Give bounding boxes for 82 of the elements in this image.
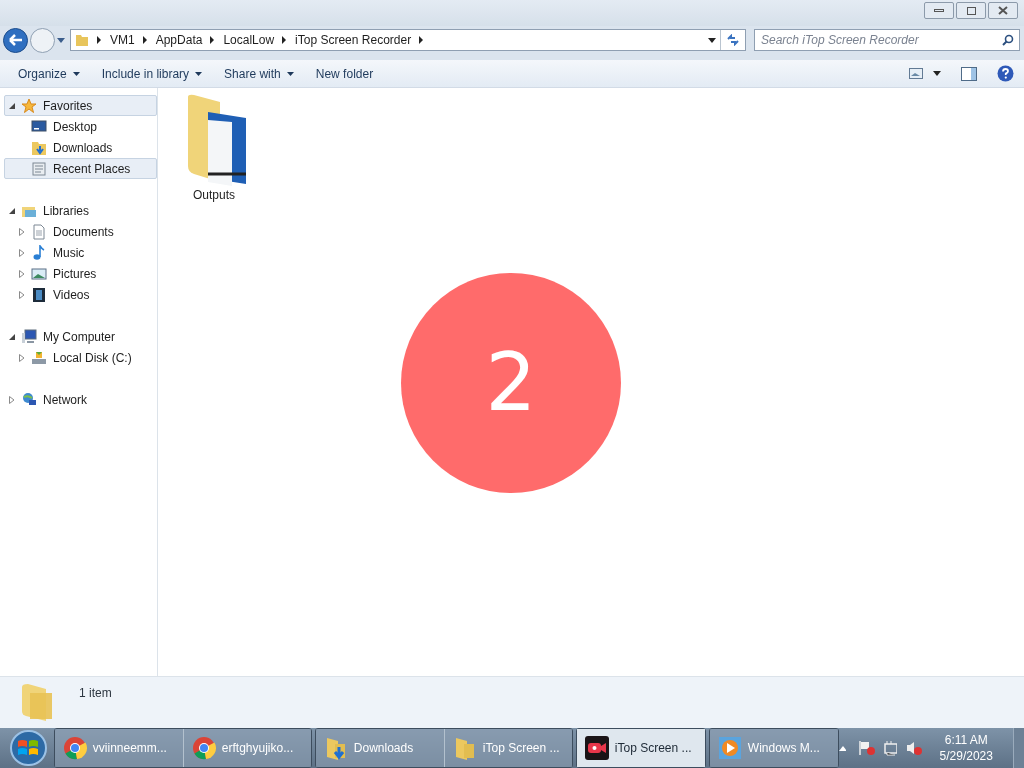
document-icon [31,223,47,240]
sidebar-item[interactable]: Desktop [4,116,157,137]
folder-item[interactable]: Outputs [180,94,270,204]
star-icon [21,97,37,114]
breadcrumb[interactable]: LocalLow [223,31,275,49]
sidebar-item[interactable]: Videos [4,284,157,305]
chevron-icon [282,36,288,44]
restore-button[interactable] [956,2,986,19]
close-icon [998,6,1008,15]
toolbar-button[interactable]: Share with [214,61,304,86]
folder-icon [20,682,54,723]
chrome-icon [191,736,216,760]
clock-date[interactable]: 5/29/2023 [939,748,993,764]
caret-icon [286,71,294,76]
network-globe-icon [21,391,37,408]
start-button[interactable] [10,730,47,766]
countdown-badge: 2 [401,273,621,493]
recent-places-icon [31,160,47,177]
taskbar-button[interactable]: iTop Screen ... [576,729,705,767]
monitor-icon [31,118,47,135]
network-icon[interactable] [882,740,898,756]
chevron-icon [142,36,148,44]
view-options-icon[interactable] [909,68,923,79]
sidebar-item[interactable]: Local Disk (C:) [4,347,157,368]
back-button[interactable] [3,27,28,53]
sidebar-item[interactable]: Recent Places [4,158,157,179]
music-note-icon [31,244,47,261]
collapsed-arrow-icon [19,290,25,299]
chevron-icon [210,36,216,44]
media-player-icon [717,736,742,760]
toolbar-button[interactable]: Include in library [91,61,213,86]
search-icon [1002,34,1014,46]
collapsed-arrow-icon [19,227,25,236]
expanded-arrow-icon [9,102,15,109]
refresh-icon [726,34,740,46]
search-field[interactable]: Search iTop Screen Recorder [754,29,1020,51]
camera-record-icon [584,736,609,760]
show-hidden-icons-icon[interactable] [838,745,847,751]
sidebar-item[interactable]: Pictures [4,263,157,284]
minimize-button[interactable] [924,2,954,19]
computer-icon [21,328,37,345]
chevron-icon [97,36,102,44]
recent-pages-icon[interactable] [57,37,65,43]
caret-icon [72,71,80,76]
sidebar-item[interactable]: Network [4,389,157,410]
breadcrumb[interactable]: AppData [155,31,203,49]
windows-logo-icon [17,738,40,758]
sidebar-item[interactable]: Documents [4,221,157,242]
collapsed-arrow-icon [9,395,15,404]
download-folder-icon [31,139,47,156]
sidebar-item[interactable]: Downloads [4,137,157,158]
item-count: 1 item [79,684,112,702]
caret-icon [195,71,203,76]
sidebar-item[interactable]: Favorites [4,95,157,116]
chevron-icon [419,36,425,44]
toolbar-button[interactable]: Organize [8,61,90,86]
chrome-icon [62,736,87,760]
address-bar[interactable]: VM1 AppData LocalLow iTop Screen Recorder [70,29,746,51]
close-button[interactable] [988,2,1018,19]
sidebar-item[interactable]: My Computer [4,326,157,347]
collapsed-arrow-icon [19,353,25,362]
breadcrumb[interactable]: VM1 [110,31,135,49]
picture-icon [31,265,47,282]
sidebar-item[interactable]: Libraries [4,200,157,221]
collapsed-arrow-icon [19,269,25,278]
dropdown-arrow-icon[interactable] [708,37,716,43]
muted-speaker-icon[interactable] [905,740,922,756]
expanded-arrow-icon [9,333,15,340]
expanded-arrow-icon [9,207,15,214]
action-center-icon[interactable] [858,740,875,756]
breadcrumb[interactable]: iTop Screen Recorder [295,31,412,49]
help-icon[interactable] [997,65,1014,82]
toolbar-button[interactable]: New folder [305,61,384,86]
caret-icon[interactable] [933,71,941,76]
back-arrow-icon [8,34,23,46]
film-icon [31,286,47,303]
collapsed-arrow-icon [19,248,25,257]
folder-icon [75,33,89,47]
clock-time[interactable]: 6:11 AM [944,732,988,748]
sidebar-item[interactable]: Music [4,242,157,263]
disk-drive-icon [31,349,47,366]
preview-pane-icon[interactable] [961,66,977,81]
